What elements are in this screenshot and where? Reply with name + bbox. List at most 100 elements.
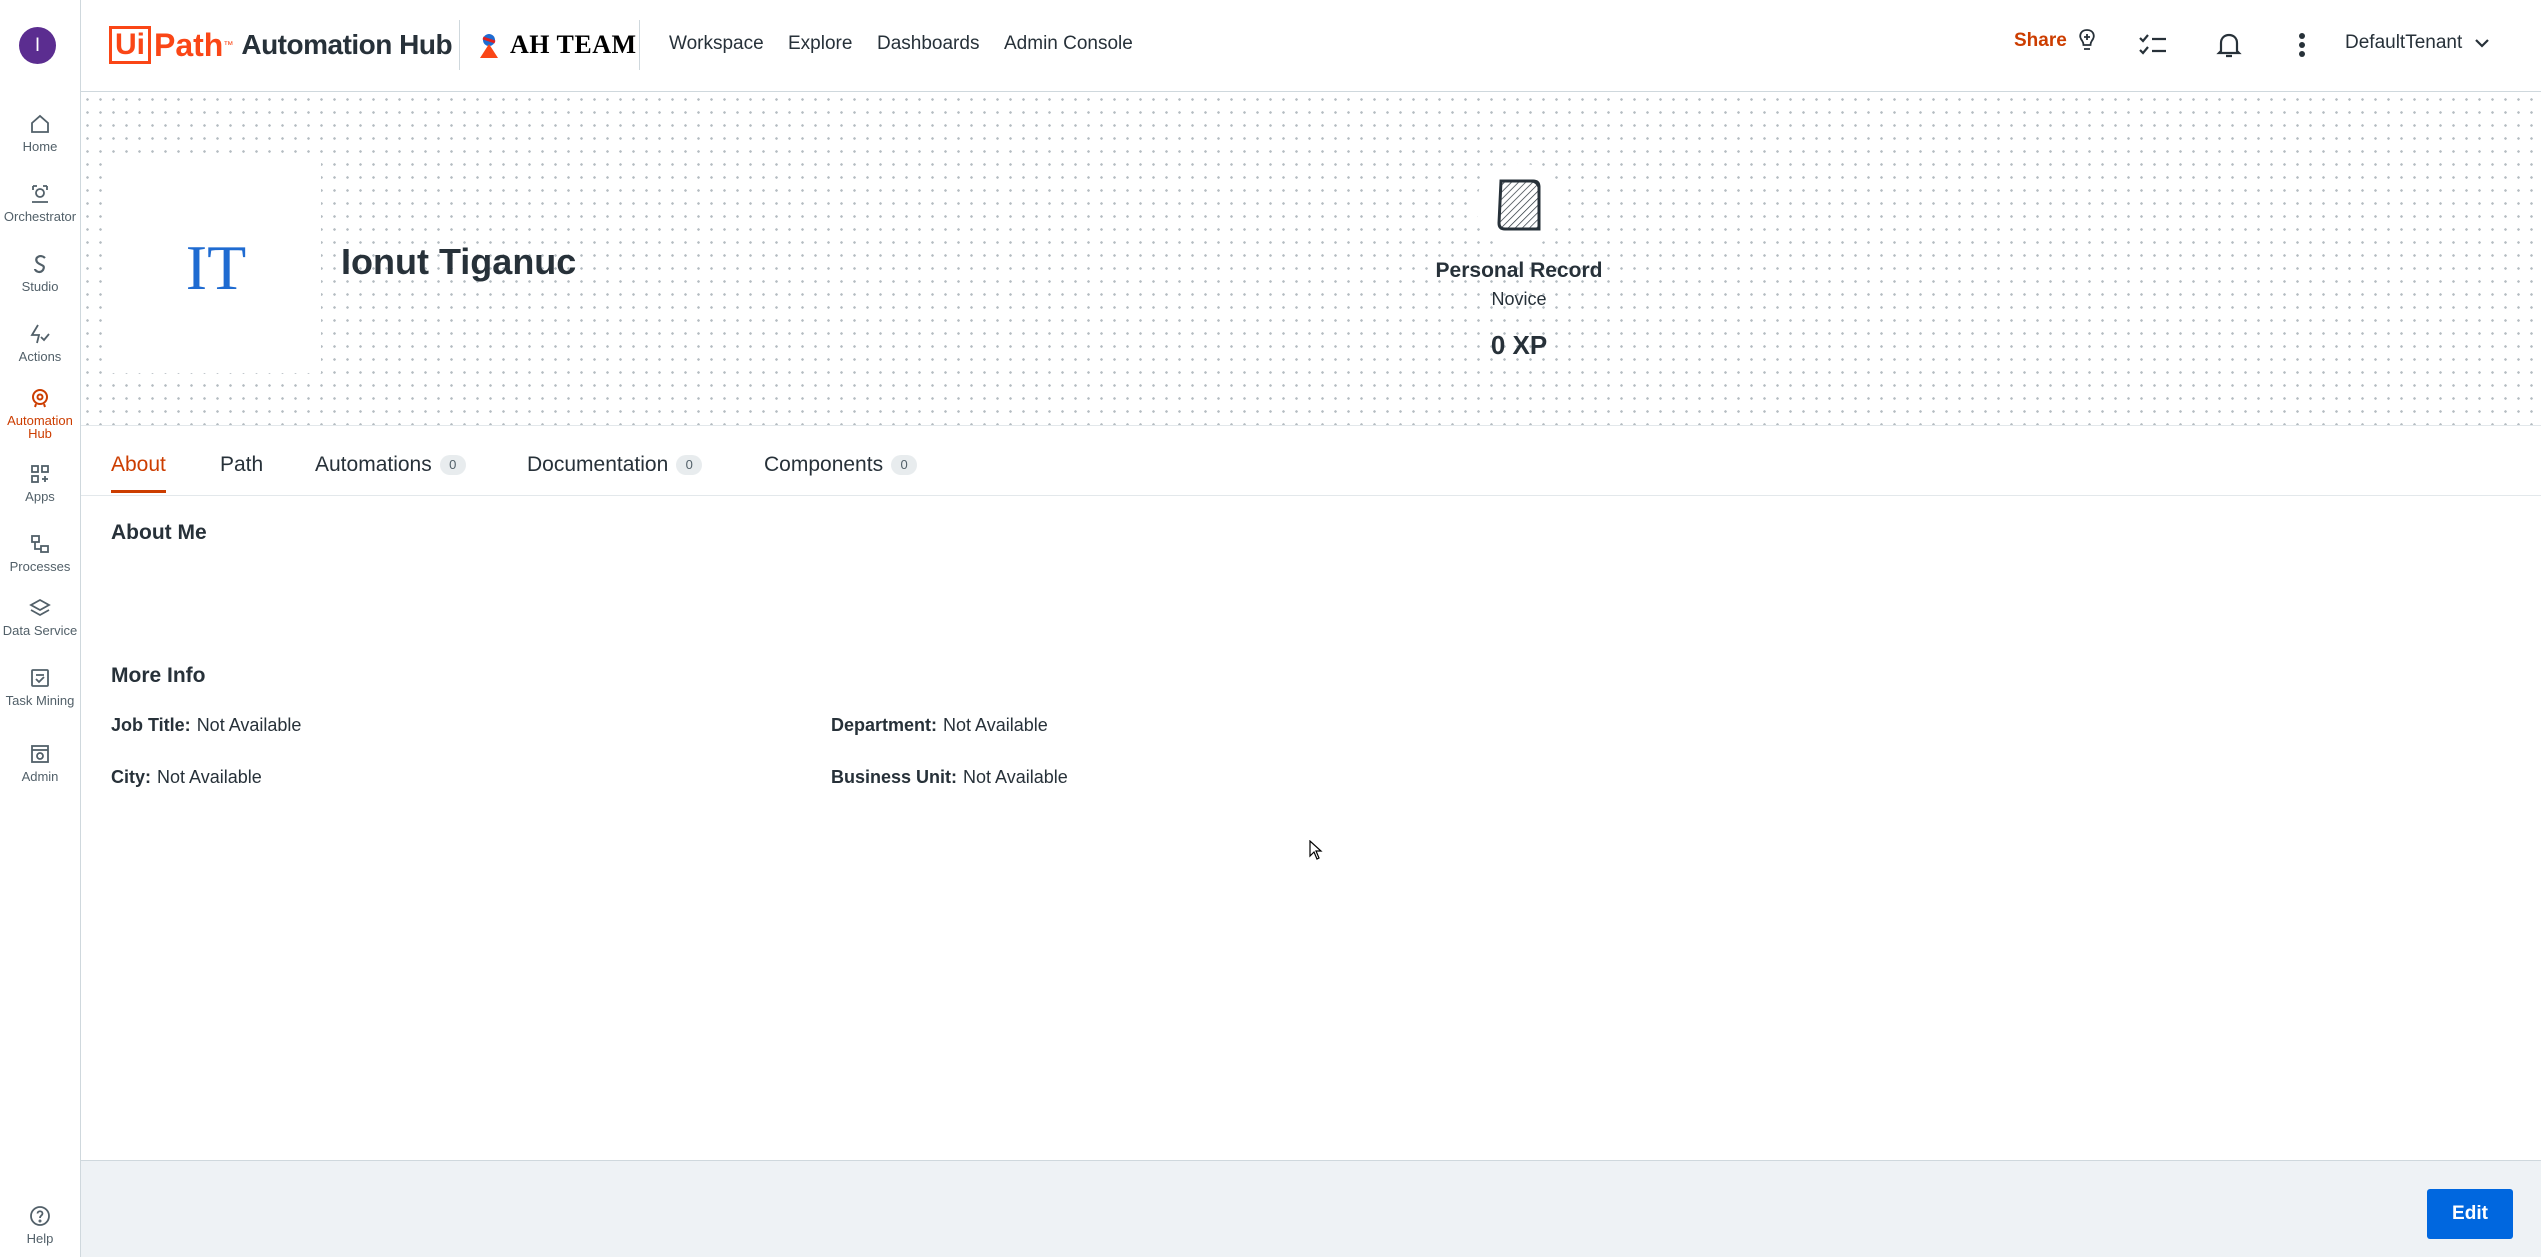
profile-name: Ionut Tiganuc [341,241,577,282]
nav-explore[interactable]: Explore [788,33,852,55]
tab-about[interactable]: About [111,453,166,493]
rail-item-label: Orchestrator [3,209,77,224]
tab-label: Components [764,453,884,476]
orchestrator-icon [32,185,48,203]
profile-picture: IT [111,163,321,373]
tab-count-badge: 0 [676,455,703,475]
record-rank: Novice [1491,289,1547,309]
vertical-dots-icon [2299,33,2305,57]
studio-icon [33,255,46,274]
automation-hub-icon [32,389,48,408]
processes-icon [31,535,49,553]
tab-label: Documentation [527,453,669,476]
job-title-field: Job Title: Not Available [111,715,301,736]
rail-item-task-mining[interactable]: Task Mining [0,666,80,707]
team-mascot-icon [480,34,498,58]
rail-item-label: Processes [9,559,71,574]
profile-tabs: About Path Automations 0 Documentation 0… [81,427,2541,496]
tab-label: Path [220,453,264,476]
profile-hero: IT Ionut Tiganuc Personal Record Novice … [81,93,2541,426]
logo-trademark: ™ [223,39,234,51]
rail-item-label: Actions [18,349,62,364]
top-header: Ui Path ™ Automation Hub AH TEAM Workspa… [81,0,2541,92]
rail-item-label: Help [26,1231,54,1246]
tab-automations[interactable]: Automations 0 [315,453,466,477]
tab-documentation[interactable]: Documentation 0 [527,453,703,477]
department-label: Department: [831,715,938,735]
actions-icon [30,324,50,344]
rail-item-actions[interactable]: Actions [0,322,80,363]
user-avatar[interactable]: I [19,27,56,64]
tab-count-badge: 0 [891,455,918,475]
rail-item-processes[interactable]: Processes [0,532,80,573]
chevron-down-icon [2475,39,2490,48]
rail-item-data-service[interactable]: Data Service [0,596,80,637]
city-field: City: Not Available [111,767,262,788]
tenant-name: DefaultTenant [2345,32,2463,53]
action-footer: Edit [81,1160,2541,1257]
home-icon [31,114,49,133]
nav-workspace[interactable]: Workspace [669,33,764,55]
uipath-automation-hub-logo[interactable]: Ui Path ™ Automation Hub [109,25,453,65]
logo-path: Path [154,26,224,63]
rail-item-label: Studio [21,279,59,294]
task-mining-icon [31,669,49,687]
share-button[interactable]: Share [2014,28,2099,54]
job-title-label: Job Title: [111,715,191,735]
logo-product: Automation Hub [241,29,453,60]
logo-ui: Ui [109,26,151,64]
rail-item-label: Apps [25,489,55,504]
bell-icon [2216,33,2242,58]
more-info-heading: More Info [111,664,206,687]
admin-icon [31,745,49,763]
rail-item-label: Task Mining [5,693,75,708]
rail-item-orchestrator[interactable]: Orchestrator [0,182,80,223]
header-divider [639,20,640,70]
lightbulb-plus-icon [2079,29,2095,50]
rail-item-apps[interactable]: Apps [0,462,80,503]
nav-admin-console[interactable]: Admin Console [1004,33,1133,55]
business-unit-label: Business Unit: [831,767,958,787]
edit-button[interactable]: Edit [2427,1189,2513,1239]
rail-item-label: Automation Hub [7,413,73,441]
rail-item-admin[interactable]: Admin [0,742,80,783]
rail-item-home[interactable]: Home [0,112,80,153]
nav-dashboards[interactable]: Dashboards [877,33,979,55]
tasks-checklist-button[interactable] [2136,28,2170,62]
checklist-icon [2139,34,2166,55]
personal-record: Personal Record Novice 0 XP [1334,163,1704,361]
tab-count-badge: 0 [439,455,466,475]
business-unit-field: Business Unit: Not Available [831,767,1068,788]
data-service-icon [29,598,51,617]
tab-label: Automations [315,453,432,476]
rail-item-label: Home [22,139,58,154]
record-xp: 0 XP [1490,330,1548,360]
share-label: Share [2014,30,2067,51]
tenant-selector[interactable]: DefaultTenant [2345,32,2490,54]
team-logo: AH TEAM [474,26,637,64]
apps-icon [31,465,49,483]
business-unit-value: Not Available [963,767,1068,787]
city-label: City: [111,767,151,787]
header-divider [459,20,460,70]
department-field: Department: Not Available [831,715,1048,736]
department-value: Not Available [943,715,1048,735]
more-options-button[interactable] [2285,28,2319,62]
about-me-heading: About Me [111,521,207,544]
rail-item-label: Data Service [2,623,78,638]
left-rail: I Home Orchestrator Studio Actions Autom… [0,0,81,1257]
city-value: Not Available [157,767,262,787]
tab-label: About [111,453,166,476]
mouse-cursor-icon [1309,840,1323,860]
app-root: I Home Orchestrator Studio Actions Autom… [0,0,2541,1257]
record-title: Personal Record [1435,259,1603,282]
rail-item-studio[interactable]: Studio [0,252,80,293]
rail-item-help[interactable]: Help [0,1204,80,1245]
tab-path[interactable]: Path [220,453,263,477]
record-badge [1476,163,1562,249]
rail-item-automation-hub[interactable]: Automation Hub [0,386,80,440]
document-record-icon [1497,179,1541,231]
job-title-value: Not Available [196,715,302,735]
notifications-button[interactable] [2212,28,2246,62]
tab-components[interactable]: Components 0 [764,453,918,477]
